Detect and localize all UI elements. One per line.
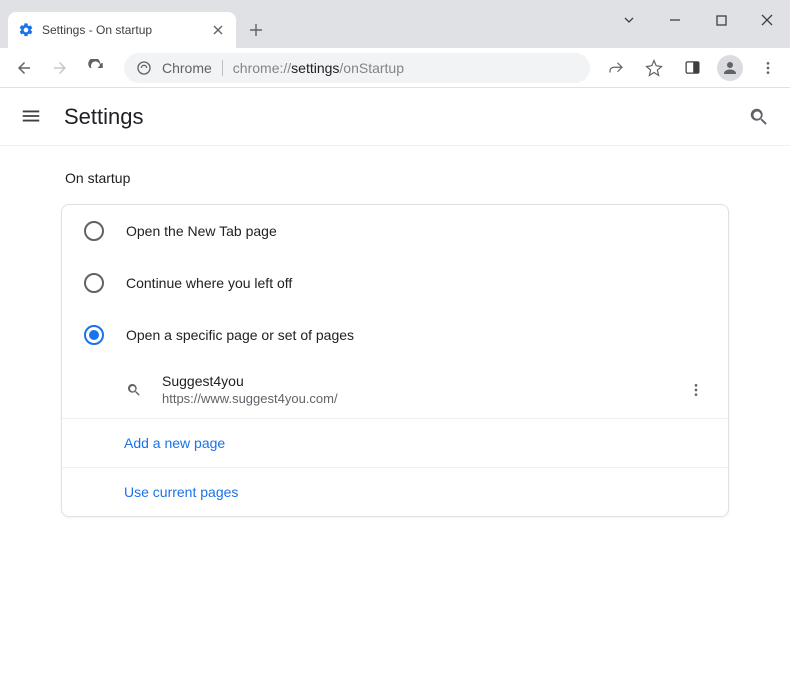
startup-page-text: Suggest4you https://www.suggest4you.com/ [162, 373, 338, 406]
close-tab-icon[interactable] [210, 22, 226, 38]
omnibox-chip: Chrome [162, 60, 223, 76]
omnibox-url: chrome://settings/onStartup [233, 60, 404, 76]
reload-button[interactable] [80, 52, 112, 84]
side-panel-icon[interactable] [678, 54, 706, 82]
content: On startup Open the New Tab page Continu… [0, 146, 790, 517]
radio-icon-selected [84, 325, 104, 345]
search-icon [124, 382, 144, 398]
forward-button[interactable] [44, 52, 76, 84]
page-name: Suggest4you [162, 373, 338, 389]
minimize-button[interactable] [652, 0, 698, 40]
maximize-button[interactable] [698, 0, 744, 40]
address-bar[interactable]: Chrome chrome://settings/onStartup [124, 53, 590, 83]
chevron-down-icon[interactable] [606, 0, 652, 40]
radio-new-tab[interactable]: Open the New Tab page [62, 205, 728, 257]
radio-specific-pages[interactable]: Open a specific page or set of pages [62, 309, 728, 361]
radio-label: Continue where you left off [126, 275, 292, 291]
profile-avatar[interactable] [716, 54, 744, 82]
more-actions-icon[interactable] [684, 378, 708, 402]
window-controls [606, 0, 790, 40]
settings-header: Settings [0, 88, 790, 146]
section-title: On startup [61, 170, 729, 204]
add-page-button[interactable]: Add a new page [62, 419, 728, 468]
tab-title: Settings - On startup [42, 23, 152, 37]
bookmark-icon[interactable] [640, 54, 668, 82]
startup-card: Open the New Tab page Continue where you… [61, 204, 729, 517]
back-button[interactable] [8, 52, 40, 84]
startup-page-entry: Suggest4you https://www.suggest4you.com/ [62, 361, 728, 419]
close-window-button[interactable] [744, 0, 790, 40]
menu-icon[interactable] [20, 105, 44, 129]
gear-icon [18, 22, 34, 38]
radio-icon [84, 273, 104, 293]
site-info-icon[interactable] [136, 60, 152, 76]
page-title: Settings [64, 104, 144, 130]
use-current-pages-button[interactable]: Use current pages [62, 468, 728, 516]
kebab-menu-icon[interactable] [754, 54, 782, 82]
toolbar: Chrome chrome://settings/onStartup [0, 48, 790, 88]
browser-tab[interactable]: Settings - On startup [8, 12, 236, 48]
toolbar-right [602, 54, 782, 82]
radio-continue[interactable]: Continue where you left off [62, 257, 728, 309]
page-url: https://www.suggest4you.com/ [162, 391, 338, 406]
radio-label: Open the New Tab page [126, 223, 277, 239]
search-icon[interactable] [748, 106, 770, 128]
share-icon[interactable] [602, 54, 630, 82]
new-tab-button[interactable] [242, 16, 270, 44]
title-bar: Settings - On startup [0, 0, 790, 48]
radio-icon [84, 221, 104, 241]
radio-label: Open a specific page or set of pages [126, 327, 354, 343]
